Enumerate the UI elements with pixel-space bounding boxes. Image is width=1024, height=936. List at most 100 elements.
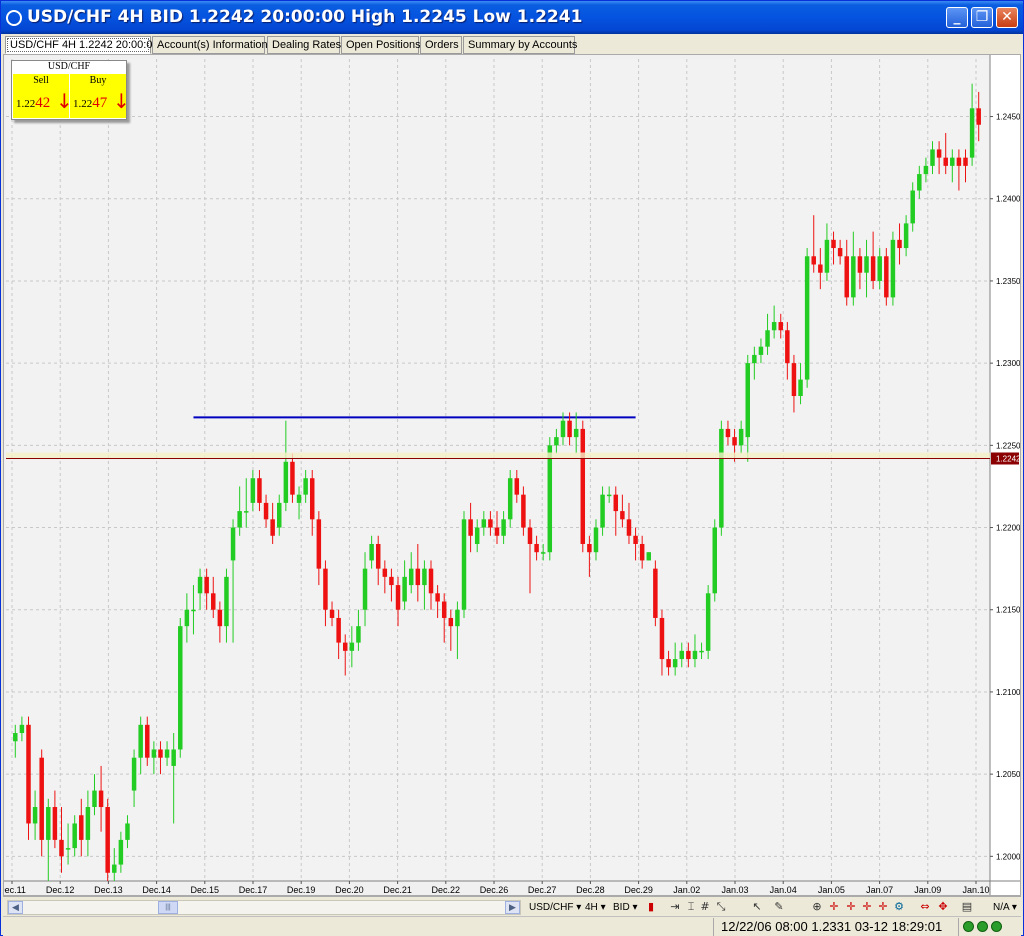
x-tick-label: Jan.07	[866, 885, 893, 895]
candle-up	[151, 749, 157, 758]
scroll-thumb[interactable]: |||	[158, 901, 178, 914]
indicator-icon-3[interactable]: ✛	[861, 900, 873, 914]
buy-down-arrow-icon: ↓	[113, 89, 130, 113]
candle-up	[824, 239, 830, 273]
symbol-selector[interactable]: USD/CHF ▾	[529, 900, 581, 915]
candle-down	[441, 601, 447, 618]
price-type-selector[interactable]: BID ▾	[613, 900, 637, 915]
candle-up	[32, 807, 38, 824]
candle-up	[402, 576, 407, 602]
candle-up	[125, 823, 130, 840]
zoom-icon[interactable]: ⤡	[715, 900, 727, 914]
candle-up	[600, 494, 605, 528]
candle-up	[547, 445, 553, 553]
candle-down	[897, 239, 902, 249]
candle-up	[65, 848, 71, 850]
candle-down	[857, 256, 863, 273]
candle-up	[349, 642, 355, 651]
candle-down	[309, 478, 315, 520]
candle-up	[699, 650, 704, 653]
buy-box[interactable]: Buy 1.2247 ↓	[70, 74, 130, 118]
scroll-end-icon[interactable]: ⇥	[669, 900, 681, 914]
candle-down	[567, 420, 572, 438]
candle-up	[408, 568, 414, 586]
close-button[interactable]: ✕	[996, 7, 1018, 28]
tab-open-positions[interactable]: Open Positions	[341, 36, 421, 54]
grid-icon[interactable]: #	[699, 900, 711, 914]
tab-dealing-rates[interactable]: Dealing Rates	[267, 36, 341, 54]
candle-up	[72, 823, 77, 849]
x-tick-label: Jan.02	[673, 885, 700, 895]
candle-up	[422, 568, 427, 586]
scroll-right-button[interactable]: ▶	[505, 901, 520, 914]
move-icon[interactable]: ✥	[937, 900, 949, 914]
indicator-icon-1[interactable]: ✛	[828, 900, 840, 914]
candle-up	[917, 174, 922, 191]
chart-area[interactable]: 1.2000 1.2050 1.2100 1.2150 1.2200 1.2250 1.23…	[3, 54, 1021, 896]
minimize-button[interactable]: _	[946, 7, 968, 28]
candle-up	[171, 749, 176, 766]
y-tick-label: 1.2050	[996, 770, 1020, 779]
zoom-in-icon[interactable]: ⊕	[811, 900, 823, 914]
candle-down	[521, 494, 526, 528]
candlestick-chart[interactable]: 1.2000 1.2050 1.2100 1.2150 1.2200 1.2250 1.23…	[4, 55, 1020, 895]
pointer-icon[interactable]: ↖	[751, 900, 763, 914]
candle-down	[395, 585, 401, 610]
sell-price: 1.2242	[16, 95, 50, 112]
horizontal-scrollbar[interactable]: ◀ ||| ▶	[7, 900, 521, 915]
buy-price-prefix: 1.22	[73, 98, 93, 110]
candle-up	[593, 527, 599, 553]
maximize-button[interactable]: ❐	[971, 7, 993, 28]
candle-down	[639, 543, 645, 561]
chart-type-icon[interactable]: ▮	[645, 900, 657, 914]
scroll-left-button[interactable]: ◀	[8, 901, 23, 914]
candle-down	[633, 535, 638, 544]
sell-box[interactable]: Sell 1.2242 ↓	[13, 74, 73, 118]
candle-down	[79, 815, 84, 840]
candle-up	[745, 363, 750, 438]
draw-line-icon[interactable]: ✎	[773, 900, 785, 914]
candle-down	[666, 659, 671, 668]
sell-label: Sell	[33, 75, 49, 86]
x-tick-label: Jan.04	[770, 885, 797, 895]
candle-up	[112, 864, 117, 873]
title-bar[interactable]: USD/CHF 4H BID 1.2242 20:00:00 High 1.22…	[1, 1, 1023, 34]
candle-down	[494, 527, 500, 536]
x-tick-label: Dec.28	[576, 885, 605, 895]
y-tick-label: 1.2000	[996, 852, 1020, 861]
app-icon	[6, 10, 22, 26]
na-selector[interactable]: N/A ▾	[993, 900, 1017, 915]
candle-up	[969, 108, 975, 158]
candle-down	[580, 428, 586, 544]
buy-price-pips: 47	[92, 95, 108, 111]
candle-up	[296, 494, 302, 503]
candle-up	[224, 576, 229, 627]
candle-down	[791, 363, 797, 397]
indicator-icon-4[interactable]: ✛	[877, 900, 889, 914]
tab-chart[interactable]: USD/CHF 4H 1.2242 20:00:00	[5, 36, 159, 54]
symbol-value: USD/CHF	[529, 902, 574, 913]
tab-summary-by-accounts[interactable]: Summary by Accounts	[463, 36, 577, 54]
x-tick-label: Jan.09	[914, 885, 941, 895]
candle-up	[369, 543, 374, 561]
candle-up	[191, 609, 196, 612]
rate-ticker[interactable]: USD/CHF Sell 1.2242 ↓ Buy 1.2247 ↓	[11, 60, 130, 120]
y-tick-label: 1.2200	[996, 524, 1020, 533]
tab-accounts-information[interactable]: Account(s) Information	[152, 36, 268, 54]
template-icon[interactable]: ▤	[961, 900, 973, 914]
candle-up	[46, 807, 51, 840]
timeframe-selector[interactable]: 4H ▾	[585, 900, 606, 915]
candle-down	[837, 248, 843, 257]
x-tick-label: Dec.20	[335, 885, 364, 895]
candle-down	[963, 157, 968, 166]
candle-down	[428, 568, 434, 594]
settings-icon[interactable]: ⚙	[893, 900, 905, 914]
order-icon[interactable]: ⇔	[919, 900, 931, 914]
tab-orders[interactable]: Orders	[420, 36, 462, 54]
crosshair-icon[interactable]: ⌶	[685, 900, 697, 914]
candle-down	[818, 264, 823, 273]
candle-down	[488, 519, 493, 528]
candle-up	[118, 839, 124, 865]
candle-up	[501, 519, 506, 536]
indicator-icon-2[interactable]: ✛	[845, 900, 857, 914]
